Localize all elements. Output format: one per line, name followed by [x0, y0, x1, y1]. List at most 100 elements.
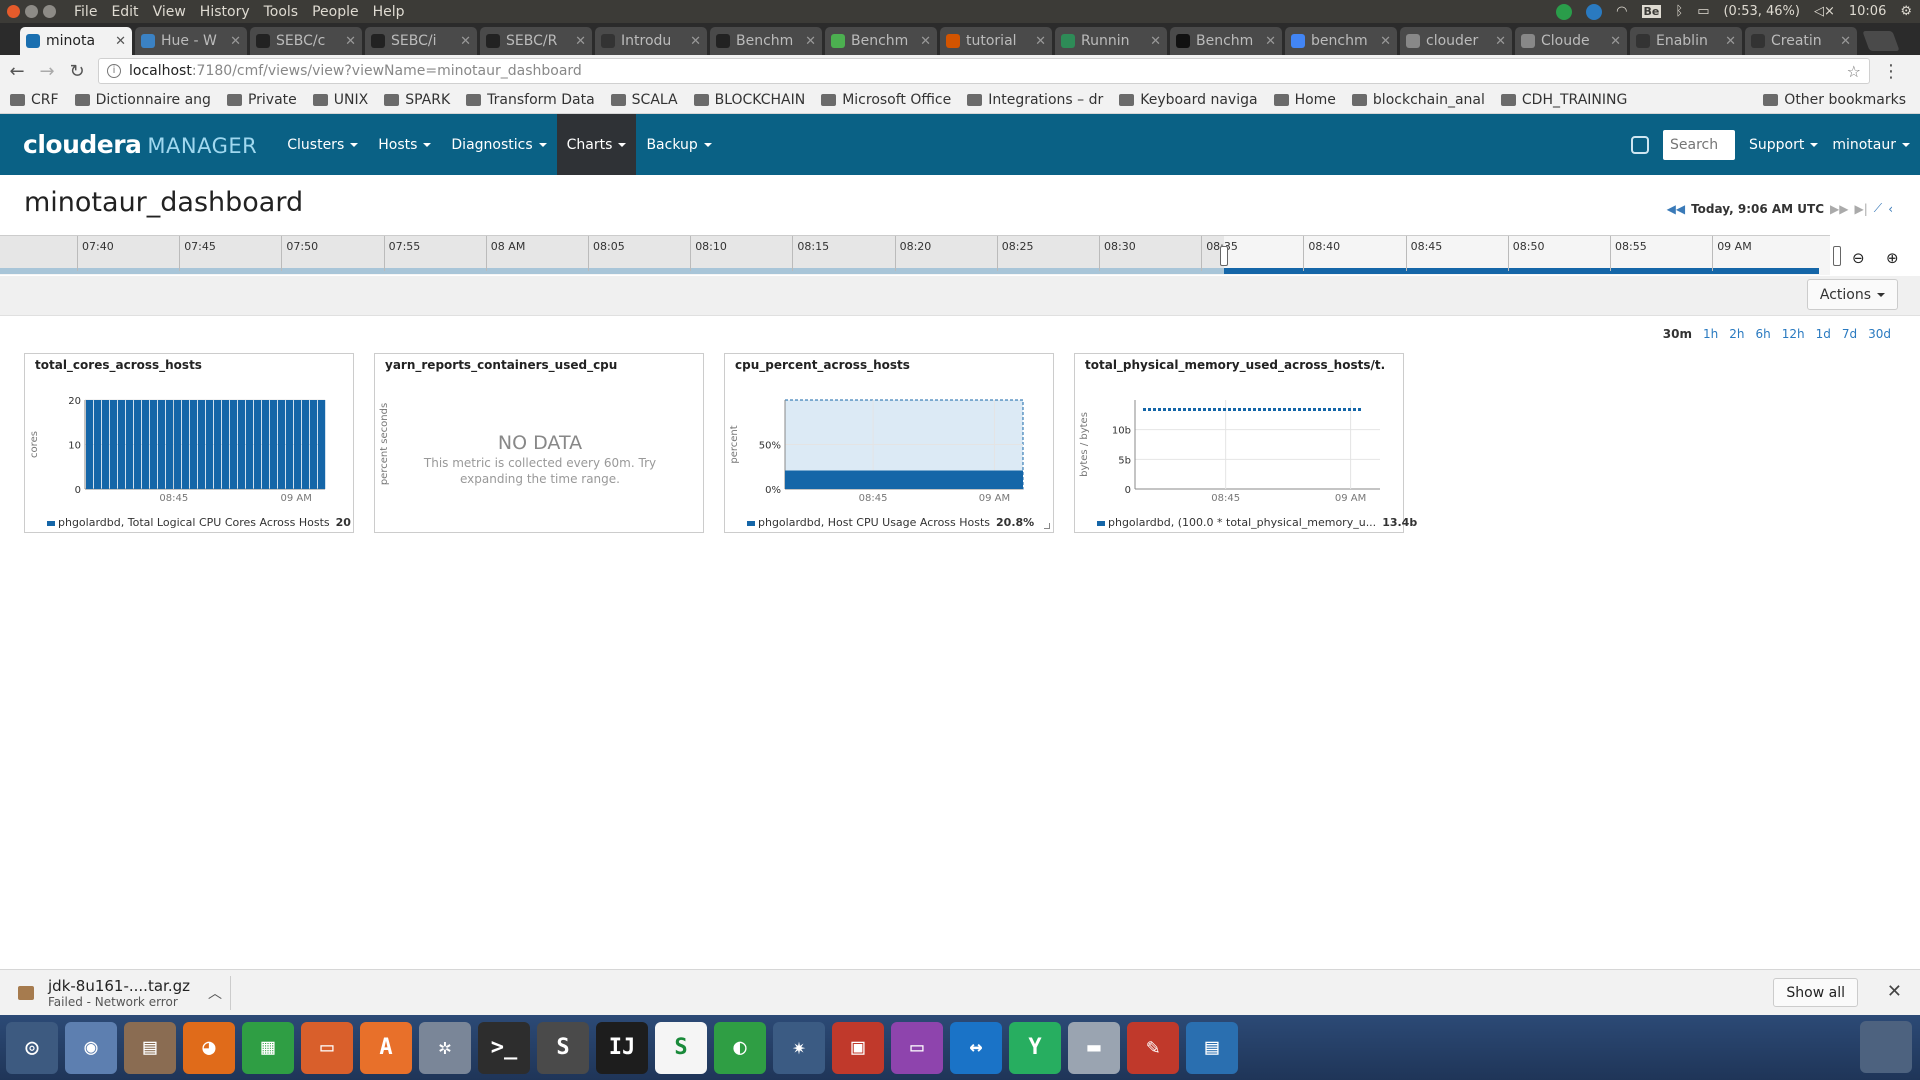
software-center-icon[interactable]: A: [360, 1021, 412, 1074]
tab-close-icon[interactable]: ✕: [1840, 34, 1851, 49]
nav-charts[interactable]: Charts: [556, 114, 637, 175]
browser-tab[interactable]: Hue - W ✕: [135, 27, 247, 55]
bookmark-item[interactable]: CRF: [10, 92, 59, 108]
menu-view[interactable]: View: [153, 4, 186, 20]
tab-close-icon[interactable]: ✕: [575, 34, 586, 49]
zoom-in-icon[interactable]: ⊕: [1886, 249, 1899, 267]
bookmark-item[interactable]: Private: [226, 92, 297, 108]
browser-tab[interactable]: Runnin ✕: [1055, 27, 1167, 55]
browser-tab[interactable]: Creatin ✕: [1745, 27, 1857, 55]
support-menu[interactable]: Support: [1749, 137, 1819, 153]
ubuntu-dash-icon[interactable]: ◎: [6, 1021, 58, 1074]
chart-legend[interactable]: phgolardbd, Total Logical CPU Cores Acro…: [47, 516, 351, 529]
bookmark-item[interactable]: UNIX: [312, 92, 368, 108]
chrome-icon[interactable]: ◉: [65, 1021, 117, 1074]
chart-card-yarn-containers-cpu[interactable]: yarn_reports_containers_used_cpu percent…: [374, 353, 704, 533]
settings-icon[interactable]: ✲: [419, 1021, 471, 1074]
user-menu[interactable]: minotaur: [1832, 137, 1910, 153]
chevron-up-icon[interactable]: ︿: [208, 983, 222, 1003]
notifications-icon[interactable]: [1630, 135, 1649, 154]
remote-icon[interactable]: ▣: [832, 1021, 884, 1074]
range-link-30m[interactable]: 30m: [1663, 327, 1692, 341]
browser-tab[interactable]: Benchm ✕: [710, 27, 822, 55]
pdf-reader-icon[interactable]: ✎: [1127, 1021, 1179, 1074]
wireshark-icon[interactable]: ◐: [714, 1021, 766, 1074]
tab-close-icon[interactable]: ✕: [920, 34, 931, 49]
bookmark-item[interactable]: Transform Data: [466, 92, 595, 108]
other-bookmarks[interactable]: Other bookmarks: [1763, 92, 1906, 108]
chart-toggle-icon[interactable]: ⟋: [1874, 201, 1882, 216]
shutter-icon[interactable]: ✷: [773, 1021, 825, 1074]
jump-back-icon[interactable]: ◀◀: [1667, 202, 1685, 216]
chart-card-physical-memory[interactable]: total_physical_memory_used_across_hosts/…: [1074, 353, 1417, 533]
tab-close-icon[interactable]: ✕: [1380, 34, 1391, 49]
reload-icon[interactable]: ↻: [64, 58, 90, 84]
tray-app-icon[interactable]: [1556, 3, 1573, 20]
tab-close-icon[interactable]: ✕: [1150, 34, 1161, 49]
files-icon[interactable]: ▤: [124, 1021, 176, 1074]
system-gear-icon[interactable]: ⚙: [1900, 4, 1912, 19]
tab-close-icon[interactable]: ✕: [805, 34, 816, 49]
menu-edit[interactable]: Edit: [111, 4, 138, 20]
keyboard-layout-indicator[interactable]: Be: [1641, 5, 1662, 18]
sublime-icon[interactable]: S: [537, 1021, 589, 1074]
range-link-1d[interactable]: 1d: [1816, 327, 1831, 341]
menu-file[interactable]: File: [74, 4, 97, 20]
range-end-handle[interactable]: [1833, 246, 1841, 266]
menu-help[interactable]: Help: [373, 4, 405, 20]
address-bar[interactable]: i localhost :7180/cmf/views/view?viewNam…: [98, 58, 1870, 84]
bookmark-item[interactable]: SCALA: [610, 92, 678, 108]
bluetooth-icon[interactable]: ᛒ: [1675, 4, 1683, 19]
actions-button[interactable]: Actions: [1806, 279, 1898, 310]
forward-arrow-icon[interactable]: →: [34, 58, 60, 84]
firefox-icon[interactable]: ◕: [183, 1021, 235, 1074]
search-input[interactable]: [1662, 129, 1735, 160]
teamviewer-icon[interactable]: ↔: [950, 1021, 1002, 1074]
browser-tab[interactable]: Cloude ✕: [1515, 27, 1627, 55]
range-link-1h[interactable]: 1h: [1703, 327, 1718, 341]
clock[interactable]: 10:06: [1849, 4, 1886, 19]
range-link-7d[interactable]: 7d: [1842, 327, 1857, 341]
browser-tab[interactable]: SEBC/i ✕: [365, 27, 477, 55]
teamviewer-tray-icon[interactable]: [1586, 3, 1603, 20]
nav-clusters[interactable]: Clusters: [277, 114, 368, 175]
tab-close-icon[interactable]: ✕: [1610, 34, 1621, 49]
browser-tab[interactable]: minota ✕: [20, 27, 132, 55]
tab-close-icon[interactable]: ✕: [230, 34, 241, 49]
writer-icon[interactable]: ▤: [1186, 1021, 1238, 1074]
bookmark-item[interactable]: BLOCKCHAIN: [693, 92, 805, 108]
battery-icon[interactable]: ▭: [1697, 4, 1709, 19]
current-time-label[interactable]: Today, 9:06 AM UTC: [1691, 202, 1824, 216]
nav-backup[interactable]: Backup: [636, 114, 721, 175]
range-link-6h[interactable]: 6h: [1755, 327, 1770, 341]
chart-legend[interactable]: phgolardbd, Host CPU Usage Across Hosts 2…: [747, 516, 1034, 529]
range-start-handle[interactable]: [1220, 246, 1228, 266]
bookmark-item[interactable]: CDH_TRAINING: [1500, 92, 1627, 108]
tab-close-icon[interactable]: ✕: [690, 34, 701, 49]
tab-close-icon[interactable]: ✕: [460, 34, 471, 49]
time-range-selector[interactable]: 07:40 07:45 07:50 07:55 08 AM 08:05 08:10 08:15…: [0, 235, 1841, 275]
browser-tab[interactable]: benchm ✕: [1285, 27, 1397, 55]
presentation-icon[interactable]: ▭: [301, 1021, 353, 1074]
zoom-out-icon[interactable]: ⊖: [1852, 249, 1865, 267]
range-link-30d[interactable]: 30d: [1868, 327, 1891, 341]
forward-icon[interactable]: ▶▶: [1830, 202, 1848, 216]
yed-icon[interactable]: Y: [1009, 1021, 1061, 1074]
browser-tab[interactable]: Benchm ✕: [825, 27, 937, 55]
tab-close-icon[interactable]: ✕: [1495, 34, 1506, 49]
chart-card-cpu-percent[interactable]: cpu_percent_across_hosts percent 50% 0% 08:…: [724, 353, 1054, 533]
range-link-12h[interactable]: 12h: [1782, 327, 1805, 341]
browser-tab[interactable]: Enablin ✕: [1630, 27, 1742, 55]
volume-icon[interactable]: ◁×: [1814, 4, 1835, 19]
nav-diagnostics[interactable]: Diagnostics: [441, 114, 556, 175]
spreadsheet-icon[interactable]: ▦: [242, 1021, 294, 1074]
download-item[interactable]: jdk-8u161-....tar.gz Failed - Network er…: [18, 977, 222, 1009]
terminal-icon[interactable]: >_: [478, 1021, 530, 1074]
bookmark-star-icon[interactable]: ☆: [1847, 62, 1861, 81]
collapse-icon[interactable]: ‹: [1888, 202, 1893, 216]
close-icon[interactable]: ✕: [1887, 981, 1902, 1002]
menu-history[interactable]: History: [200, 4, 250, 20]
chart-legend[interactable]: phgolardbd, (100.0 * total_physical_memo…: [1097, 516, 1417, 529]
scala-ide-icon[interactable]: S: [655, 1021, 707, 1074]
back-arrow-icon[interactable]: ←: [4, 58, 30, 84]
